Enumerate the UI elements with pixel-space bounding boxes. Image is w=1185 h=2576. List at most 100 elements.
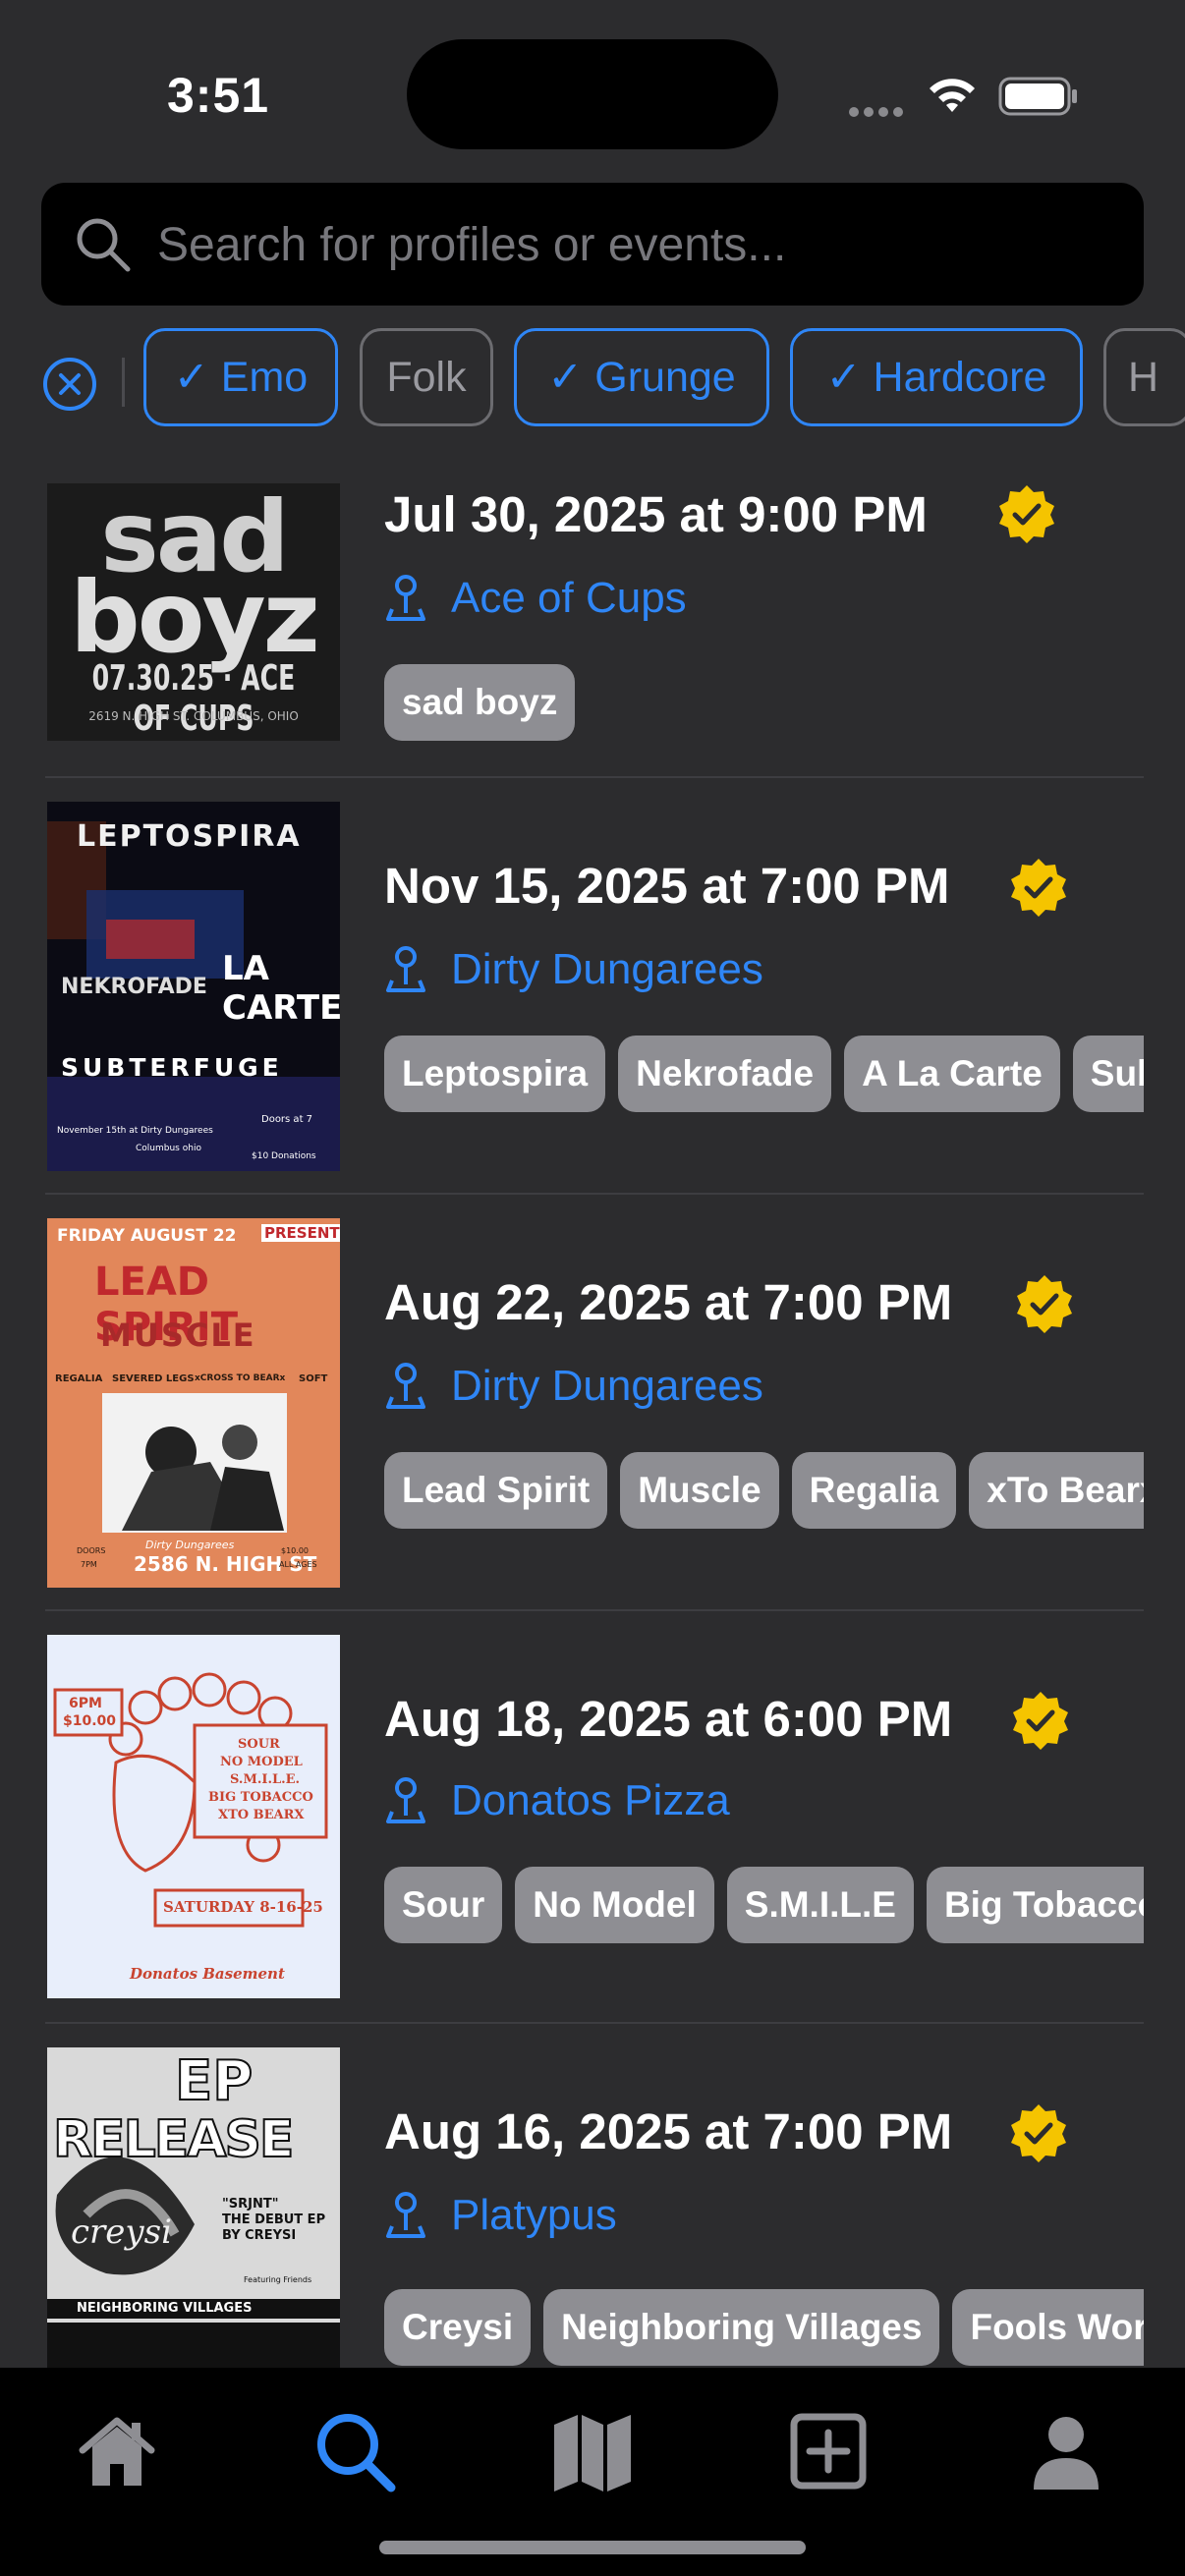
verified-badge-icon [1011, 2104, 1066, 2162]
poster-text: BY CREYSI [222, 2228, 297, 2243]
poster-text: NO MODEL [220, 1755, 303, 1769]
poster-text: November 15th at Dirty Dungarees [57, 1126, 213, 1136]
event-venue-link[interactable]: Donatos Pizza [384, 1776, 730, 1825]
filter-chip-folk[interactable]: Folk [360, 328, 493, 426]
event-row[interactable]: FRIDAY AUGUST 22 PRESENTS LEAD SPIRIT MU… [45, 1195, 1144, 1611]
filter-chip-emo[interactable]: ✓ Emo [143, 328, 338, 426]
event-row[interactable]: 6PM $10.00 SOUR NO MODEL S.M.I.L.E. BIG … [45, 1611, 1144, 2024]
poster-text: $10.00 [63, 1713, 117, 1729]
performer-tag[interactable]: Big Tobacco [926, 1867, 1144, 1943]
poster-text: Dirty Dungarees [145, 1539, 235, 1551]
performer-tag[interactable]: Muscle [620, 1452, 779, 1529]
performer-tag[interactable]: Sour [384, 1867, 503, 1943]
poster-text: SOFT [299, 1373, 328, 1384]
poster-text: SOUR [238, 1737, 280, 1752]
poster-text: 07.30.25 · ACE OF CUPS [91, 658, 296, 739]
performer-tag[interactable]: Creysi [384, 2289, 532, 2366]
poster-text: REGALIA [55, 1373, 103, 1384]
search-bar[interactable] [41, 183, 1144, 306]
filter-chip-hardcore[interactable]: ✓ Hardcore [790, 328, 1083, 426]
event-poster: sad boyz 07.30.25 · ACE OF CUPS 2619 N. … [47, 483, 340, 741]
performer-tag[interactable]: No Model [515, 1867, 714, 1943]
chip-label: ✓ Hardcore [825, 354, 1047, 401]
verified-badge-icon [1017, 1275, 1072, 1333]
poster-text: SEVERED LEGS [112, 1373, 195, 1384]
filter-chip-partial[interactable]: H [1103, 328, 1185, 426]
event-date: Jul 30, 2025 at 9:00 PM [384, 486, 928, 542]
search-icon [77, 218, 131, 272]
poster-text: XTO BEARX [218, 1808, 305, 1822]
event-venue-link[interactable]: Dirty Dungarees [384, 1362, 763, 1411]
event-date: Nov 15, 2025 at 7:00 PM [384, 858, 950, 914]
poster-text: THE DEBUT EP [222, 2212, 326, 2227]
profile-icon[interactable] [1022, 2407, 1110, 2495]
event-poster: FRIDAY AUGUST 22 PRESENTS LEAD SPIRIT MU… [47, 1218, 340, 1588]
poster-text: EP [174, 2048, 254, 2114]
home-icon[interactable] [73, 2407, 161, 2495]
performer-tag[interactable]: xTo Bearx [969, 1452, 1144, 1529]
clear-filters-icon[interactable] [41, 356, 98, 413]
pin-icon [386, 1777, 425, 1823]
event-date: Aug 16, 2025 at 7:00 PM [384, 2103, 953, 2159]
event-poster: 6PM $10.00 SOUR NO MODEL S.M.I.L.E. BIG … [47, 1635, 340, 1998]
chip-label: ✓ Emo [173, 354, 309, 401]
poster-text: $10 Donations [252, 1151, 316, 1161]
performer-tag[interactable]: sad boyz [384, 664, 576, 741]
venue-name: Dirty Dungarees [451, 945, 763, 993]
event-venue-link[interactable]: Platypus [384, 2191, 617, 2240]
poster-text: xCROSS TO BEARx [195, 1373, 286, 1383]
performer-tags: Sour No Model S.M.I.L.E Big Tobacco [384, 1867, 1144, 1943]
poster-text: ALL AGES [279, 1560, 317, 1569]
performer-tag[interactable]: Subterfuge [1072, 1036, 1144, 1112]
performer-tags: LeptospiraNekrofadeA La CarteSubterfuge [384, 1036, 1144, 1112]
event-date: Aug 18, 2025 at 6:00 PM [384, 1691, 953, 1747]
poster-text: Donatos Basement [130, 1965, 285, 1983]
poster-text: creysi [71, 2212, 172, 2252]
event-venue-link[interactable]: Ace of Cups [384, 574, 687, 623]
map-icon[interactable] [548, 2407, 637, 2495]
wifi-icon [930, 79, 975, 112]
plus-square-icon[interactable] [784, 2407, 873, 2495]
performer-tag[interactable]: Nekrofade [618, 1036, 832, 1112]
search-input[interactable] [155, 204, 1102, 285]
performer-tag[interactable]: S.M.I.L.E [726, 1867, 914, 1943]
poster-text: FRIDAY AUGUST 22 [57, 1226, 237, 1246]
chip-label: Folk [386, 353, 467, 401]
performer-tag[interactable]: A La Carte [844, 1036, 1060, 1112]
venue-name: Donatos Pizza [451, 1776, 730, 1824]
search-icon[interactable] [310, 2407, 399, 2495]
performer-tag[interactable]: Fools World [952, 2289, 1144, 2366]
poster-text: RELEASE [52, 2109, 295, 2170]
event-poster: LEPTOSPIRA NEKROFADE LA CARTE SUBTERFUGE… [47, 802, 340, 1171]
poster-text: DOORS [77, 1546, 106, 1555]
event-row[interactable]: sad boyz 07.30.25 · ACE OF CUPS 2619 N. … [45, 452, 1144, 778]
filter-chip-grunge[interactable]: ✓ Grunge [514, 328, 769, 426]
battery-icon [998, 77, 1077, 116]
pin-icon [386, 575, 425, 621]
event-row[interactable]: LEPTOSPIRA NEKROFADE LA CARTE SUBTERFUGE… [45, 778, 1144, 1195]
performer-tag[interactable]: Regalia [791, 1452, 957, 1529]
dynamic-island [407, 39, 778, 149]
event-venue-link[interactable]: Dirty Dungarees [384, 945, 763, 994]
poster-text: 7PM [81, 1560, 97, 1569]
venue-name: Dirty Dungarees [451, 1362, 763, 1410]
poster-text: Columbus ohio [136, 1144, 201, 1153]
performer-tag[interactable]: Leptospira [384, 1036, 606, 1112]
poster-text: Doors at 7 [261, 1114, 313, 1125]
poster-text: BIG TOBACCO [208, 1790, 313, 1805]
event-row[interactable]: EP RELEASE creysi "SRJNT" THE DEBUT EP B… [45, 2024, 1144, 2368]
poster-text: MUSCLE [100, 1316, 256, 1354]
poster-text: LEPTOSPIRA [77, 819, 302, 854]
verified-badge-icon [999, 485, 1054, 543]
performer-tag[interactable]: Lead Spirit [384, 1452, 608, 1529]
cellular-signal-icon [849, 104, 908, 122]
status-time: 3:51 [167, 68, 270, 123]
venue-name: Platypus [451, 2191, 617, 2239]
poster-text: 6PM [69, 1696, 102, 1711]
poster-text: NEKROFADE [61, 975, 207, 999]
performer-tag[interactable]: Neighboring Villages [543, 2289, 940, 2366]
performer-tags: CreysiNeighboring VillagesFools World [384, 2289, 1144, 2366]
poster-text: Featuring Friends [244, 2275, 312, 2284]
home-indicator [379, 2541, 806, 2554]
event-poster: EP RELEASE creysi "SRJNT" THE DEBUT EP B… [47, 2047, 340, 2368]
